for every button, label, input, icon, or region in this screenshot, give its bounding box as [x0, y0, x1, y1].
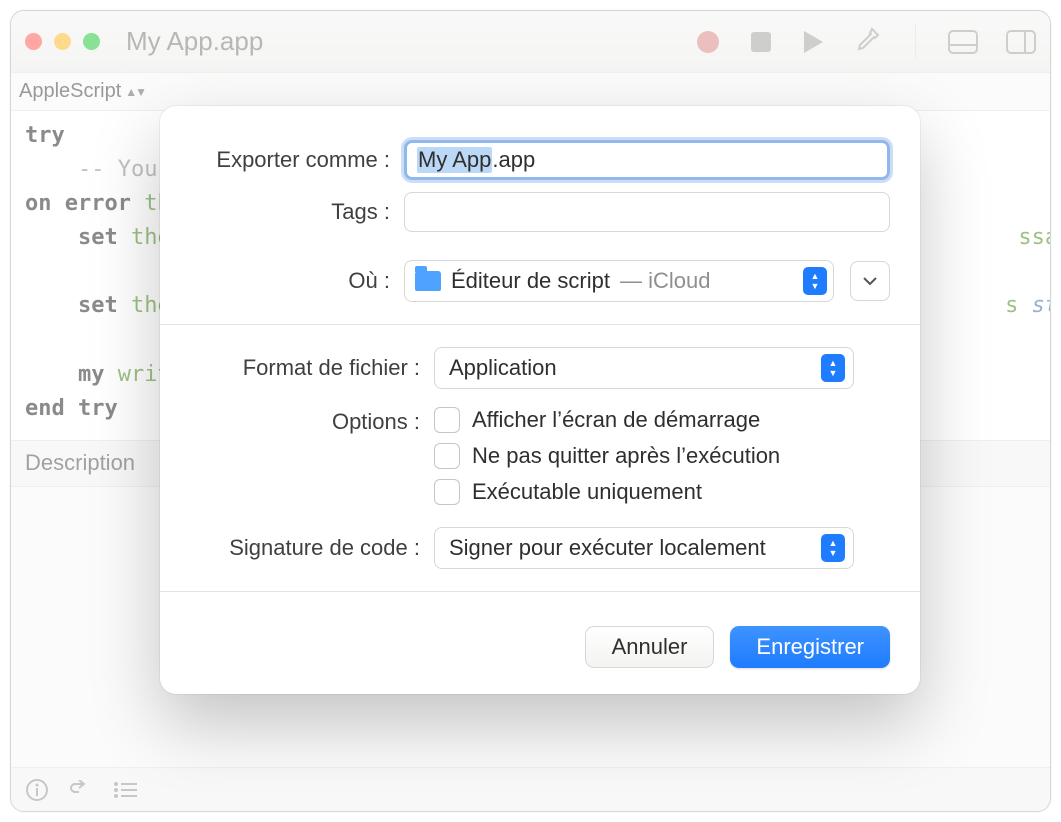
checkbox[interactable] — [434, 479, 460, 505]
filename-selected-text: My App — [417, 147, 492, 173]
option-label: Ne pas quitter après l’exécution — [472, 443, 780, 469]
chevron-updown-icon: ▲▼ — [821, 354, 845, 382]
where-folder-name: Éditeur de script — [451, 268, 610, 294]
tags-input[interactable] — [404, 192, 890, 232]
option-label: Afficher l’écran de démarrage — [472, 407, 760, 433]
where-location-select[interactable]: Éditeur de script — iCloud ▲▼ — [404, 260, 834, 302]
filename-suffix: .app — [492, 147, 535, 173]
export-sheet: Exporter comme : My App.app Tags : Où : … — [160, 106, 920, 694]
options-label: Options : — [190, 407, 420, 435]
tags-label: Tags : — [190, 199, 390, 225]
checkbox[interactable] — [434, 443, 460, 469]
export-as-label: Exporter comme : — [190, 147, 390, 173]
export-filename-input[interactable]: My App.app — [404, 140, 890, 180]
option-show-startup[interactable]: Afficher l’écran de démarrage — [434, 407, 780, 433]
expand-browser-button[interactable] — [850, 261, 890, 301]
save-button-label: Enregistrer — [756, 634, 864, 660]
cancel-button-label: Annuler — [612, 634, 688, 660]
codesign-label: Signature de code : — [190, 535, 420, 561]
chevron-updown-icon: ▲▼ — [803, 267, 827, 295]
cancel-button[interactable]: Annuler — [585, 626, 715, 668]
checkbox[interactable] — [434, 407, 460, 433]
codesign-value: Signer pour exécuter localement — [449, 535, 766, 561]
file-format-value: Application — [449, 355, 557, 381]
codesign-select[interactable]: Signer pour exécuter localement ▲▼ — [434, 527, 854, 569]
file-format-select[interactable]: Application ▲▼ — [434, 347, 854, 389]
where-label: Où : — [190, 268, 390, 294]
save-button[interactable]: Enregistrer — [730, 626, 890, 668]
option-label: Exécutable uniquement — [472, 479, 702, 505]
option-run-only[interactable]: Exécutable uniquement — [434, 479, 780, 505]
chevron-updown-icon: ▲▼ — [821, 534, 845, 562]
file-format-label: Format de fichier : — [190, 355, 420, 381]
where-suffix: — iCloud — [620, 268, 710, 294]
folder-icon — [415, 271, 441, 291]
option-stay-open[interactable]: Ne pas quitter après l’exécution — [434, 443, 780, 469]
